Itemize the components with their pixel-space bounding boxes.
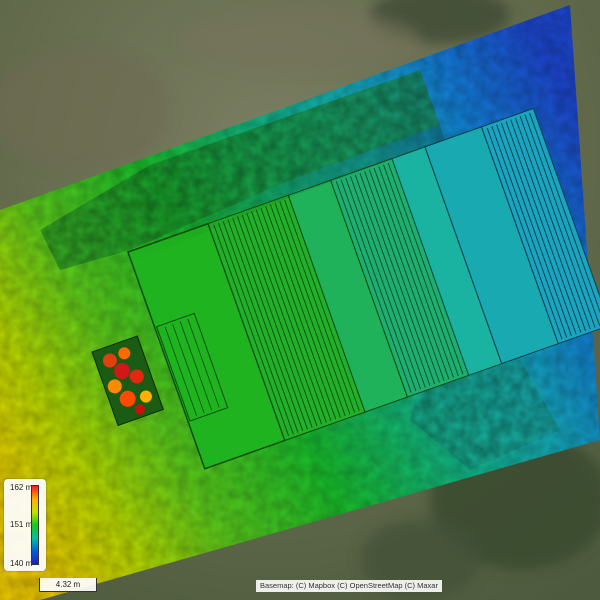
- map-attribution[interactable]: Basemap: (C) Mapbox (C) OpenStreetMap (C…: [256, 580, 442, 592]
- map-view[interactable]: 162 m 151 m 140 m 4.32 m Basemap: (C) Ma…: [0, 0, 600, 600]
- map-canvas[interactable]: [0, 0, 600, 600]
- legend-mid-label: 151 m: [10, 520, 33, 529]
- legend-max-label: 162 m: [10, 483, 33, 492]
- elevation-legend: 162 m 151 m 140 m: [4, 479, 46, 571]
- scale-bar: 4.32 m: [39, 578, 97, 592]
- legend-colorbar: [31, 485, 39, 565]
- legend-min-label: 140 m: [10, 559, 33, 568]
